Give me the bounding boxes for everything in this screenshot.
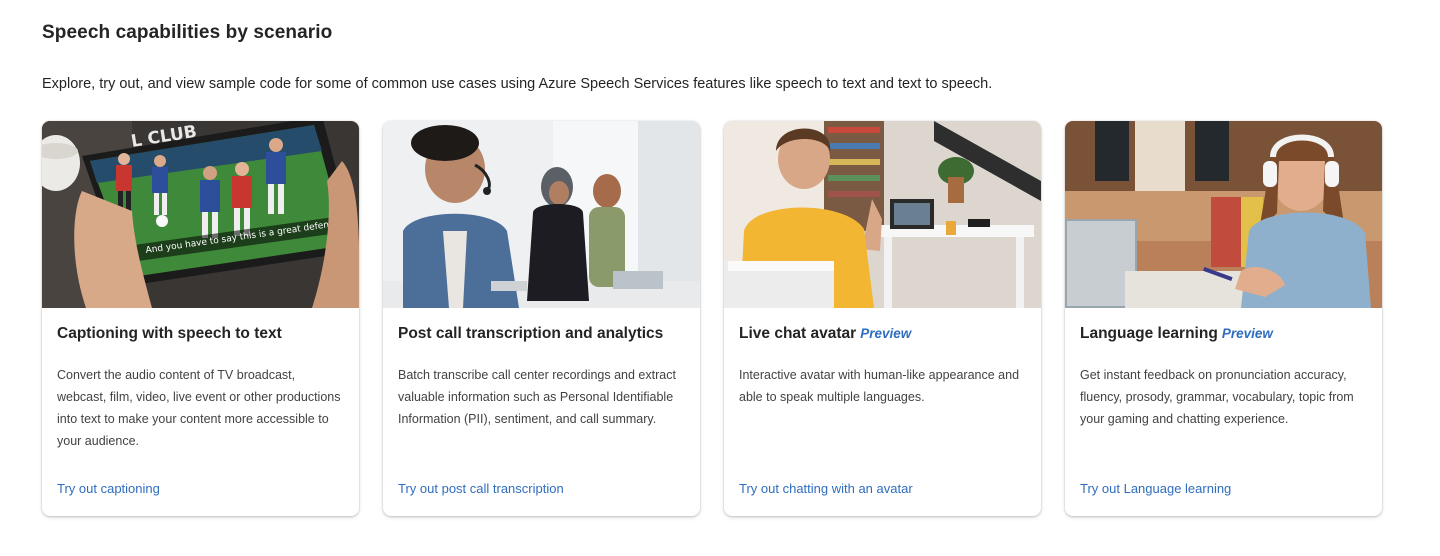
card-captioning[interactable]: L CLUB And you have to say this is a gre…	[42, 121, 359, 516]
card-body: Live chat avatar Preview Interactive avat…	[724, 308, 1041, 516]
card-body: Captioning with speech to text Convert t…	[42, 308, 359, 516]
card-description: Get instant feedback on pronunciation ac…	[1080, 368, 1354, 426]
avatar-chat-image	[724, 121, 1041, 308]
captioning-image: L CLUB And you have to say this is a gre…	[42, 121, 359, 308]
card-title-text: Captioning with speech to text	[57, 325, 282, 342]
card-body: Language learning Preview Get instant fee…	[1065, 308, 1382, 516]
card-title: Language learning Preview	[1080, 325, 1273, 343]
call-center-image	[383, 121, 700, 308]
card-live-chat-avatar[interactable]: Live chat avatar Preview Interactive avat…	[724, 121, 1041, 516]
section-description: Explore, try out, and view sample code f…	[42, 76, 993, 92]
try-out-post-call-transcription-link[interactable]: Try out post call transcription	[398, 481, 564, 496]
try-out-chatting-with-avatar-link[interactable]: Try out chatting with an avatar	[739, 481, 913, 496]
card-title: Captioning with speech to text	[57, 325, 282, 343]
section-title: Speech capabilities by scenario	[42, 22, 333, 43]
language-learning-image	[1065, 121, 1382, 308]
preview-badge: Preview	[1221, 326, 1273, 341]
card-title: Live chat avatar Preview	[739, 325, 911, 343]
card-post-call-transcription[interactable]: Post call transcription and analytics Ba…	[383, 121, 700, 516]
preview-badge: Preview	[860, 326, 912, 341]
card-title-text: Live chat avatar	[739, 325, 857, 342]
try-out-captioning-link[interactable]: Try out captioning	[57, 481, 160, 496]
card-body: Post call transcription and analytics Ba…	[383, 308, 700, 516]
card-description: Interactive avatar with human-like appea…	[739, 368, 1020, 404]
card-title-text: Language learning	[1080, 325, 1218, 342]
scenario-cards: L CLUB And you have to say this is a gre…	[42, 121, 1382, 517]
card-title-text: Post call transcription and analytics	[398, 325, 664, 342]
try-out-language-learning-link[interactable]: Try out Language learning	[1080, 481, 1231, 496]
card-language-learning[interactable]: Language learning Preview Get instant fee…	[1065, 121, 1382, 516]
card-title: Post call transcription and analytics	[398, 325, 663, 343]
card-description: Batch transcribe call center recordings …	[398, 368, 676, 426]
card-description: Convert the audio content of TV broadcas…	[57, 368, 341, 448]
